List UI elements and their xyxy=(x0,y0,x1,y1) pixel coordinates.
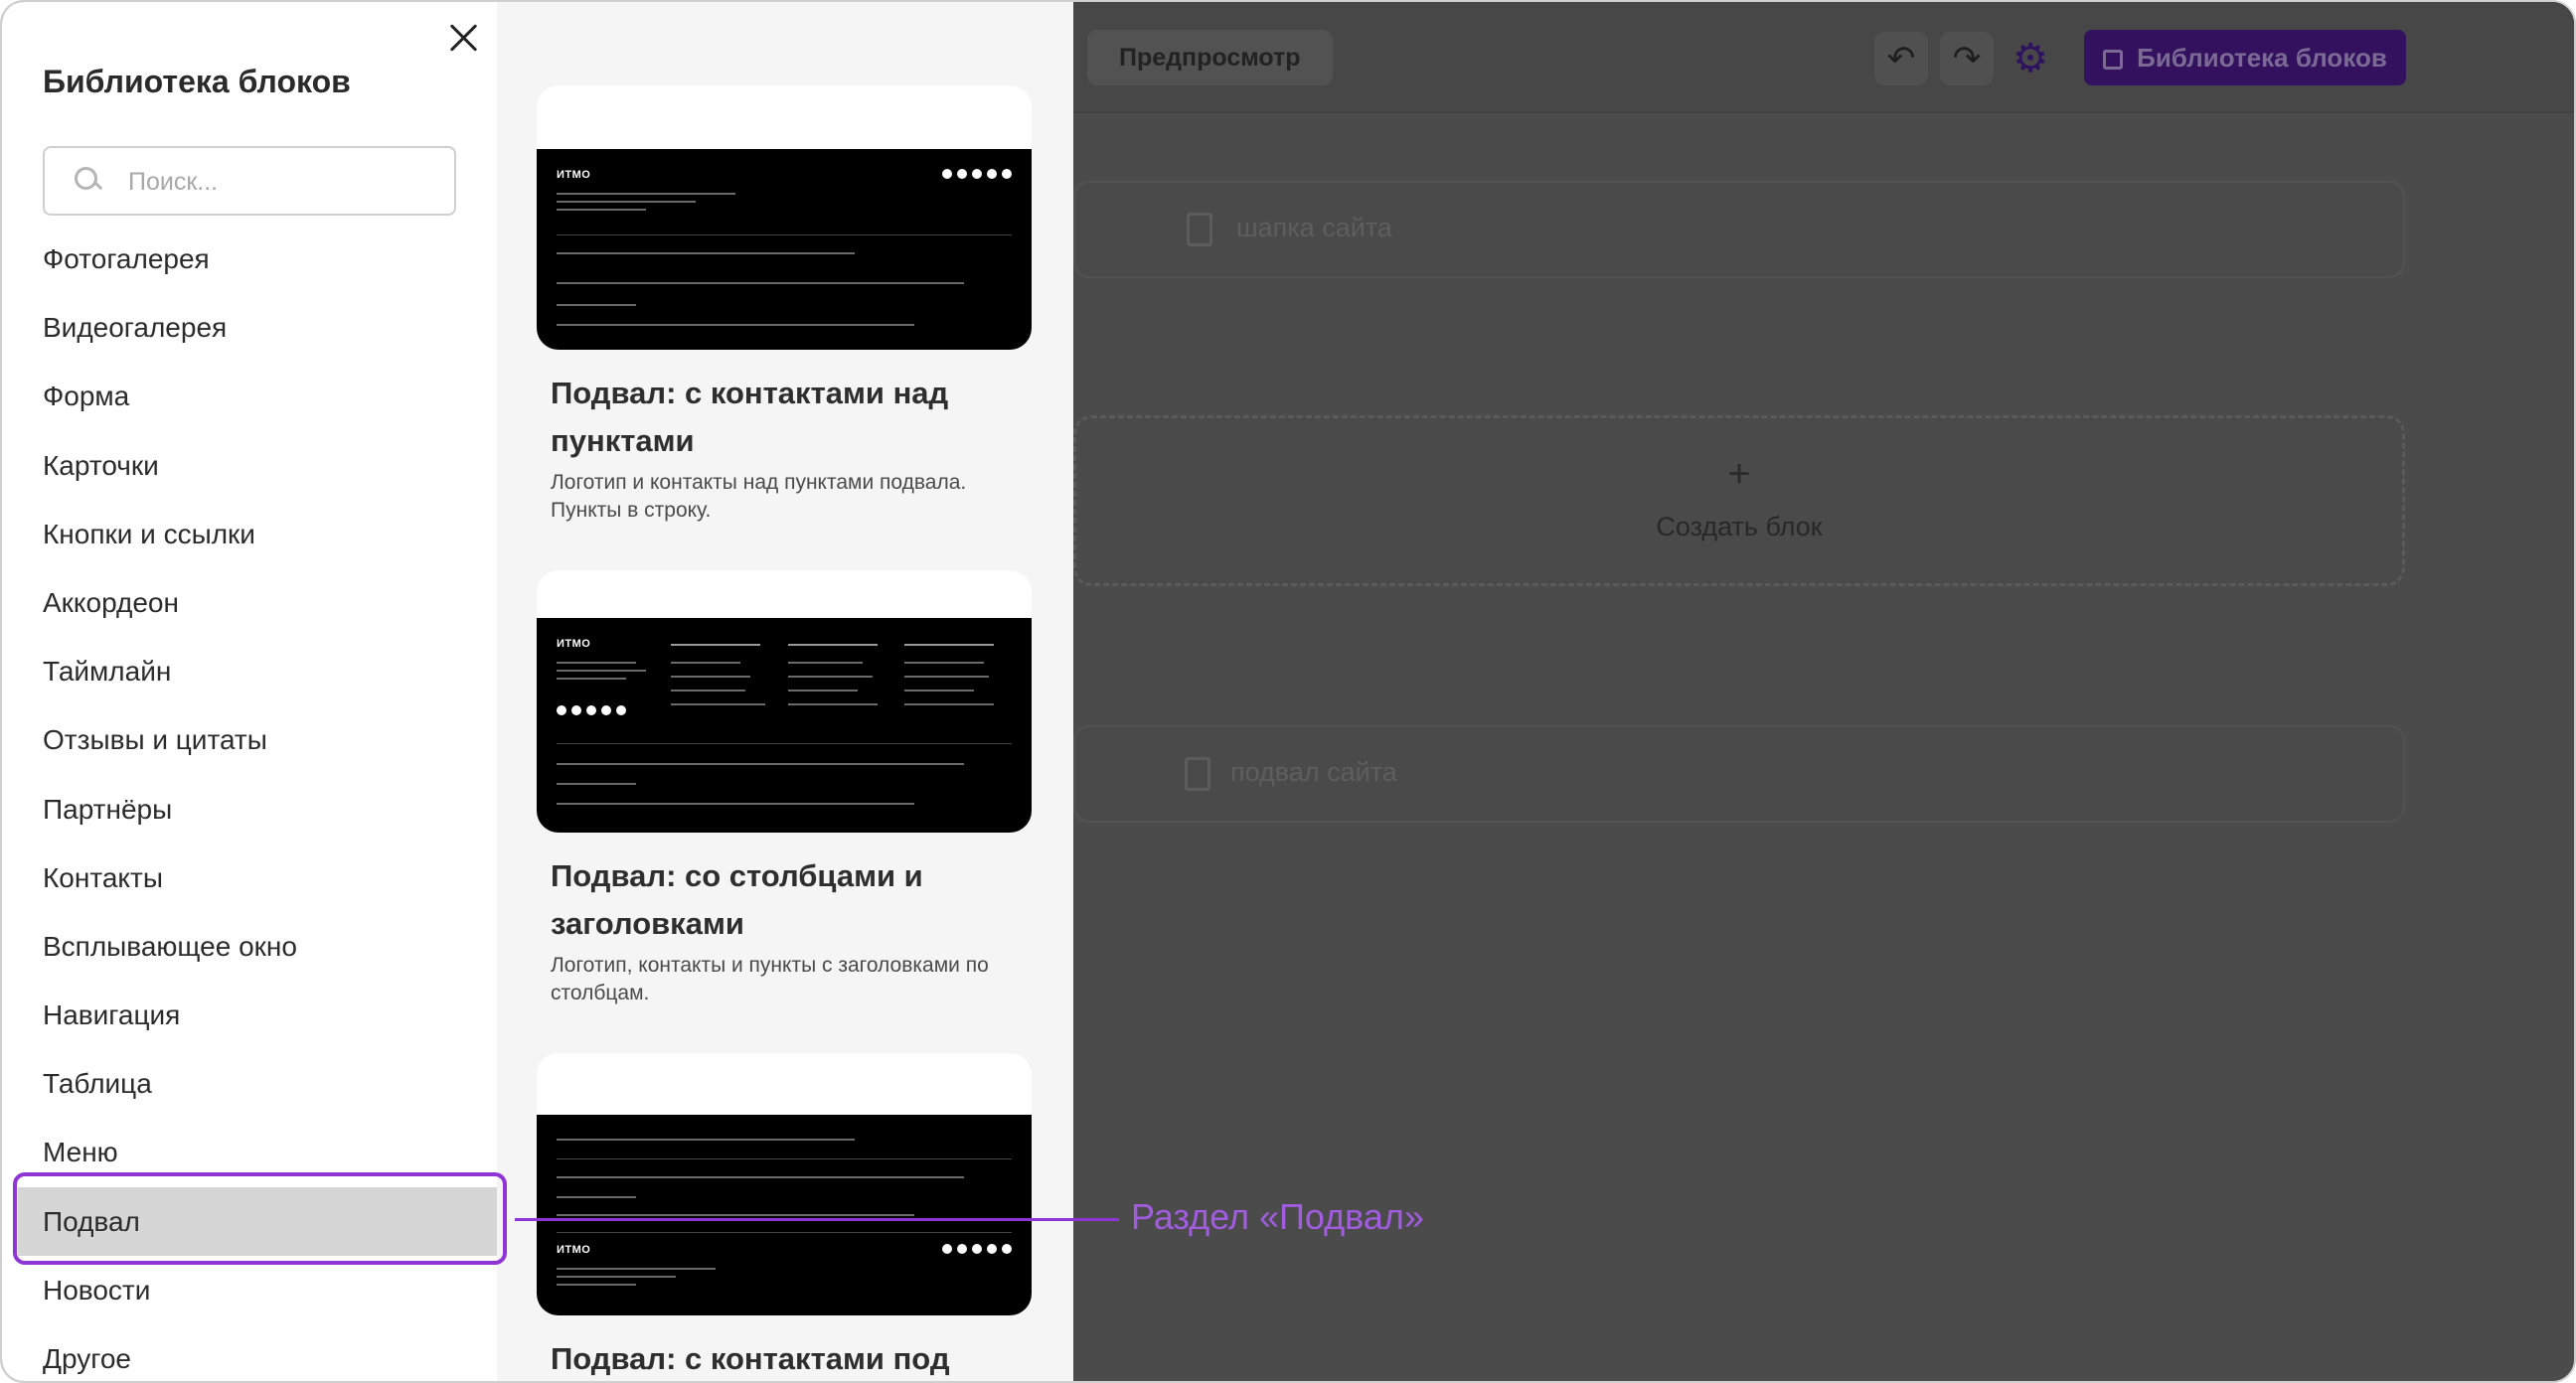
category-item-other[interactable]: Другое xyxy=(2,1324,497,1381)
editor-area: Предпросмотр ↶ ↷ ⚙ Библиотека блоков шап… xyxy=(1073,2,2574,1381)
category-item-cards[interactable]: Карточки xyxy=(2,431,497,500)
thumbnail-logo: ИТМО xyxy=(557,638,591,650)
undo-icon[interactable]: ↶ xyxy=(1874,32,1928,85)
block-card[interactable]: ИТМО Подвал: с контактами над пунктами Л… xyxy=(537,85,1032,525)
block-library-button-label: Библиотека блоков xyxy=(2137,43,2387,73)
block-card[interactable]: ИТМО Подвал: со столбцами и заголовками … xyxy=(537,570,1032,1007)
category-item-videogallery[interactable]: Видеогалерея xyxy=(2,293,497,362)
callout-label: Раздел «Подвал» xyxy=(1131,1196,1424,1237)
block-card-title: Подвал: с контактами под xyxy=(551,1341,950,1376)
page-icon xyxy=(1187,213,1212,246)
app-window: Предпросмотр ↶ ↷ ⚙ Библиотека блоков шап… xyxy=(0,0,2576,1383)
create-block-area[interactable]: + Создать блок xyxy=(1073,415,2405,586)
gear-icon[interactable]: ⚙ xyxy=(2004,32,2057,85)
block-card-title: Подвал: с контактами над пунктами xyxy=(551,376,949,458)
category-item-partners[interactable]: Партнёры xyxy=(2,775,497,844)
block-library-button[interactable]: Библиотека блоков xyxy=(2084,30,2406,85)
editor-toolbar: Предпросмотр ↶ ↷ ⚙ Библиотека блоков xyxy=(1073,2,2574,113)
callout-highlight-box xyxy=(13,1172,507,1265)
thumbnail-logo: ИТМО xyxy=(557,169,591,181)
redo-icon[interactable]: ↷ xyxy=(1940,32,1994,85)
search-icon xyxy=(75,167,100,193)
header-block[interactable]: шапка сайта xyxy=(1073,181,2405,278)
callout-line xyxy=(515,1218,1119,1221)
close-icon[interactable] xyxy=(443,18,483,58)
sidebar-title: Библиотека блоков xyxy=(43,64,351,99)
plus-icon: + xyxy=(1727,452,1751,496)
category-item-contacts[interactable]: Контакты xyxy=(2,844,497,912)
create-block-label: Создать блок xyxy=(1656,512,1823,541)
footer-block-label: подвал сайта xyxy=(1230,757,1397,787)
block-card-description: Логотип и контакты над пунктами подвала.… xyxy=(551,471,967,522)
footer-block[interactable]: подвал сайта xyxy=(1073,725,2405,823)
category-item-buttons-links[interactable]: Кнопки и ссылки xyxy=(2,500,497,568)
search-box[interactable] xyxy=(43,146,456,216)
category-item-photogallery[interactable]: Фотогалерея xyxy=(2,225,497,293)
category-item-timeline[interactable]: Таймлайн xyxy=(2,637,497,705)
category-item-table[interactable]: Таблица xyxy=(2,1049,497,1118)
block-card-thumbnail: ИТМО xyxy=(537,1053,1032,1315)
block-card-title: Подвал: со столбцами и заголовками xyxy=(551,858,923,941)
block-card-thumbnail: ИТМО xyxy=(537,85,1032,350)
category-item-navigation[interactable]: Навигация xyxy=(2,981,497,1049)
page-icon xyxy=(1185,757,1210,791)
category-item-reviews-quotes[interactable]: Отзывы и цитаты xyxy=(2,705,497,774)
block-card-description: Логотип, контакты и пункты с заголовками… xyxy=(551,954,989,1004)
search-input[interactable] xyxy=(128,160,426,204)
preview-button[interactable]: Предпросмотр xyxy=(1087,30,1333,85)
thumbnail-logo: ИТМО xyxy=(557,1244,591,1256)
block-card-thumbnail: ИТМО xyxy=(537,570,1032,833)
category-item-accordion[interactable]: Аккордеон xyxy=(2,568,497,637)
category-item-news[interactable]: Новости xyxy=(2,1256,497,1324)
category-item-form[interactable]: Форма xyxy=(2,362,497,430)
image-icon xyxy=(2103,50,2124,70)
block-cards-panel[interactable]: ИТМО Подвал: с контактами над пунктами Л… xyxy=(497,2,1073,1381)
header-block-label: шапка сайта xyxy=(1236,213,1392,242)
category-item-popup[interactable]: Всплывающее окно xyxy=(2,912,497,981)
